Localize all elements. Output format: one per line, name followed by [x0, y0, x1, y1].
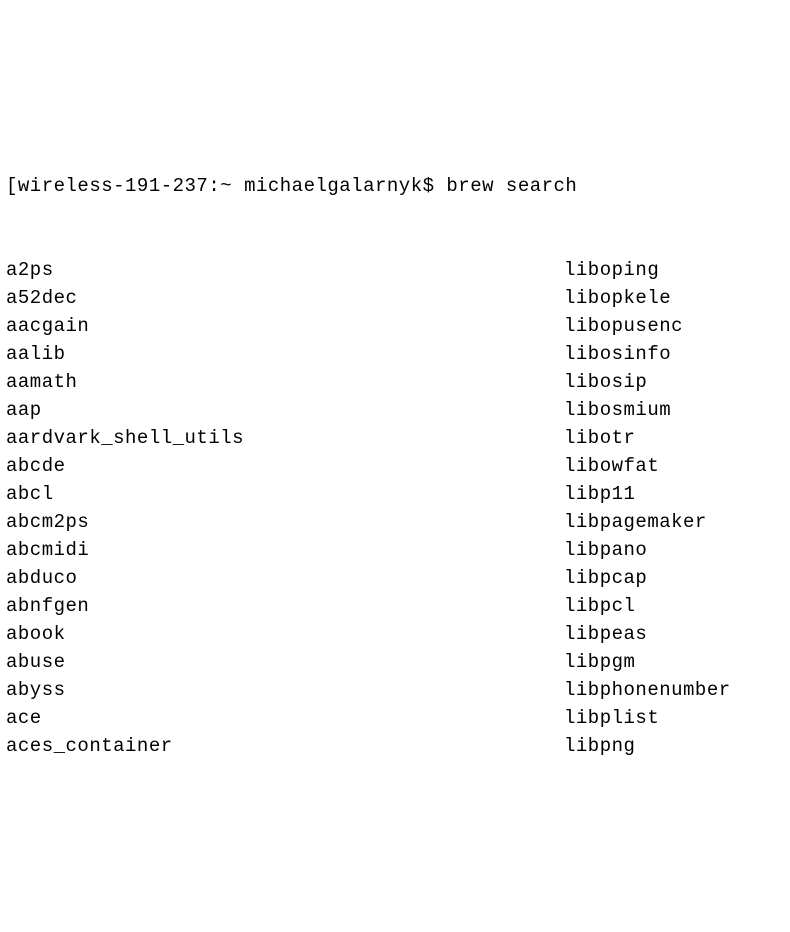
- package-item: libowfat: [564, 452, 790, 480]
- package-item: abook: [6, 620, 564, 648]
- package-item: libotr: [564, 424, 790, 452]
- prompt-bracket: [: [6, 175, 18, 197]
- package-item: libpeas: [564, 620, 790, 648]
- results-columns: a2ps a52dec aacgain aalib aamath aap aar…: [6, 256, 790, 760]
- prompt-user: michaelgalarnyk: [244, 175, 423, 197]
- package-item: libpgm: [564, 648, 790, 676]
- package-item: abcl: [6, 480, 564, 508]
- package-item: aamath: [6, 368, 564, 396]
- package-item: aap: [6, 396, 564, 424]
- package-item: abuse: [6, 648, 564, 676]
- package-item: libpagemaker: [564, 508, 790, 536]
- package-item: libphonenumber: [564, 676, 790, 704]
- package-item: abduco: [6, 564, 564, 592]
- prompt-line: [wireless-191-237:~ michaelgalarnyk$ bre…: [6, 172, 790, 200]
- package-item: abcmidi: [6, 536, 564, 564]
- prompt-host: wireless-191-237: [18, 175, 208, 197]
- package-item: aces_container: [6, 732, 564, 760]
- package-item: ace: [6, 704, 564, 732]
- package-item: abcm2ps: [6, 508, 564, 536]
- package-item: a2ps: [6, 256, 564, 284]
- package-item: libpcap: [564, 564, 790, 592]
- package-item: libopusenc: [564, 312, 790, 340]
- package-column-left: a2ps a52dec aacgain aalib aamath aap aar…: [6, 256, 564, 760]
- package-item: libp11: [564, 480, 790, 508]
- package-column-right: liboping libopkele libopusenc libosinfo …: [564, 256, 790, 760]
- package-item: libosip: [564, 368, 790, 396]
- package-item: libosmium: [564, 396, 790, 424]
- prompt-sep: :~: [208, 175, 244, 197]
- package-item: libpcl: [564, 592, 790, 620]
- package-item: libosinfo: [564, 340, 790, 368]
- package-item: libopkele: [564, 284, 790, 312]
- package-item: aardvark_shell_utils: [6, 424, 564, 452]
- package-item: abyss: [6, 676, 564, 704]
- package-item: abnfgen: [6, 592, 564, 620]
- prompt-dollar: $: [423, 175, 447, 197]
- package-item: libpng: [564, 732, 790, 760]
- package-item: liboping: [564, 256, 790, 284]
- package-item: aalib: [6, 340, 564, 368]
- terminal-window[interactable]: [wireless-191-237:~ michaelgalarnyk$ bre…: [6, 116, 790, 788]
- package-item: abcde: [6, 452, 564, 480]
- package-item: libpano: [564, 536, 790, 564]
- command-text: brew search: [446, 175, 577, 197]
- package-item: aacgain: [6, 312, 564, 340]
- package-item: a52dec: [6, 284, 564, 312]
- package-item: libplist: [564, 704, 790, 732]
